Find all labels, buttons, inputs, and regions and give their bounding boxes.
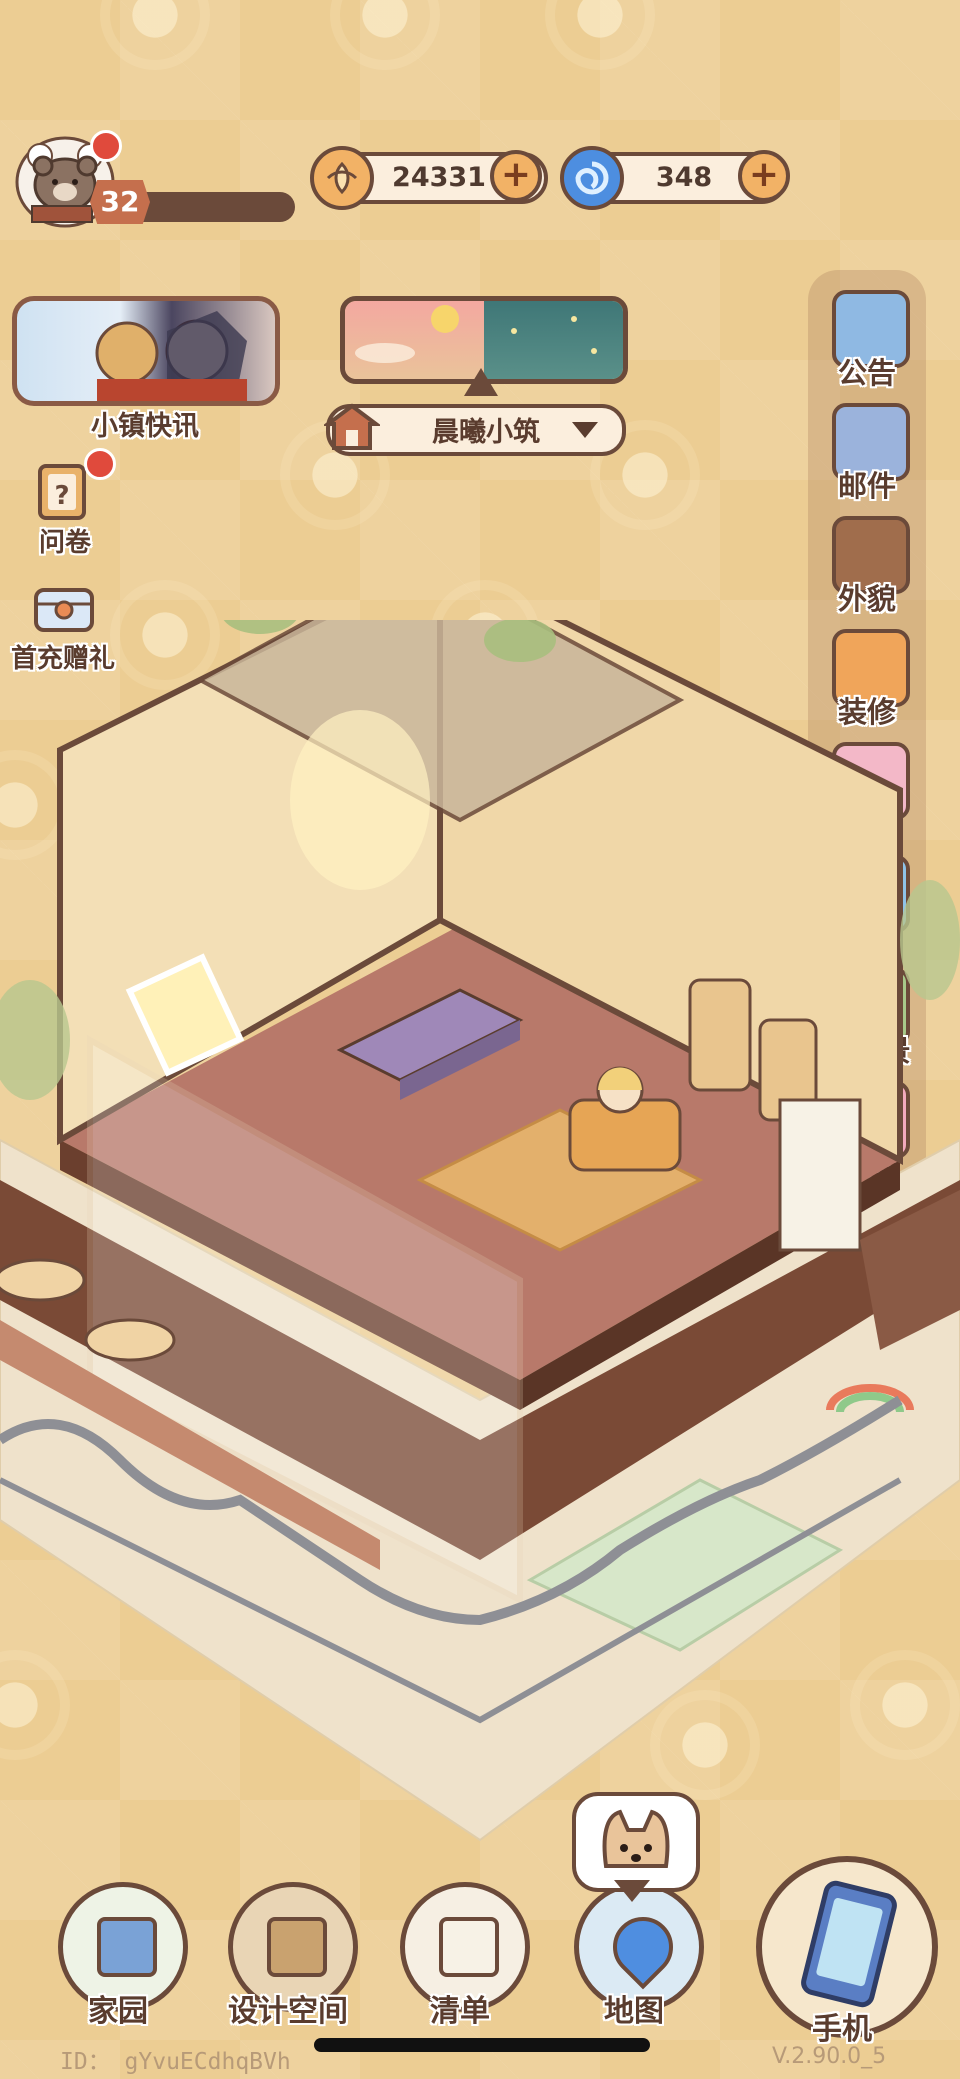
gem-swirl-icon — [560, 146, 624, 210]
coin-icon — [310, 146, 374, 210]
player-id: ID： gYvuECdhqBVh — [60, 2049, 291, 2075]
avatar-notification-dot — [90, 130, 122, 162]
right-menu-label: 邮件 — [837, 469, 896, 503]
add-coins-button[interactable]: + — [490, 150, 542, 202]
town-news-banner[interactable] — [12, 296, 280, 406]
design-space-icon — [267, 1917, 327, 1977]
survey-label: 问卷 — [38, 528, 91, 558]
bottom-nav-label: 地图 — [604, 1994, 664, 2029]
home-icon — [97, 1917, 157, 1977]
phone-label: 手机 — [812, 2012, 872, 2047]
bottom-nav-label: 家园 — [88, 1994, 148, 2029]
nighttime-sky — [484, 301, 623, 379]
pet-speech-bubble — [572, 1792, 700, 1892]
survey-notification-dot — [84, 448, 116, 480]
background-sun — [555, 0, 645, 60]
survey-icon[interactable]: ? — [34, 462, 90, 522]
bottom-nav-label: 清单 — [430, 1994, 490, 2029]
right-menu-label: 公告 — [837, 356, 896, 390]
list-icon — [439, 1917, 499, 1977]
add-gems-button[interactable]: + — [738, 150, 790, 202]
time-pointer-icon — [464, 368, 498, 396]
svg-text:?: ? — [54, 481, 69, 511]
bottom-nav-label: 设计空间 — [228, 1994, 348, 2029]
background-sun — [110, 0, 200, 60]
map-pin-icon — [600, 1904, 686, 1990]
right-menu-label: 外貌 — [837, 582, 896, 616]
version-number: V.2.90.0_5 — [772, 2044, 887, 2069]
town-news-label: 小镇快讯 — [91, 411, 199, 442]
background-sun — [340, 0, 430, 60]
room-name: 晨曦小筑 — [432, 417, 540, 448]
level-badge: 32 — [90, 180, 150, 224]
speech-bubble-tail — [614, 1880, 650, 1902]
chevron-down-icon — [572, 422, 598, 438]
house-icon — [322, 402, 382, 452]
home-room-scene[interactable] — [0, 555, 960, 1860]
home-indicator[interactable] — [314, 2038, 650, 2052]
